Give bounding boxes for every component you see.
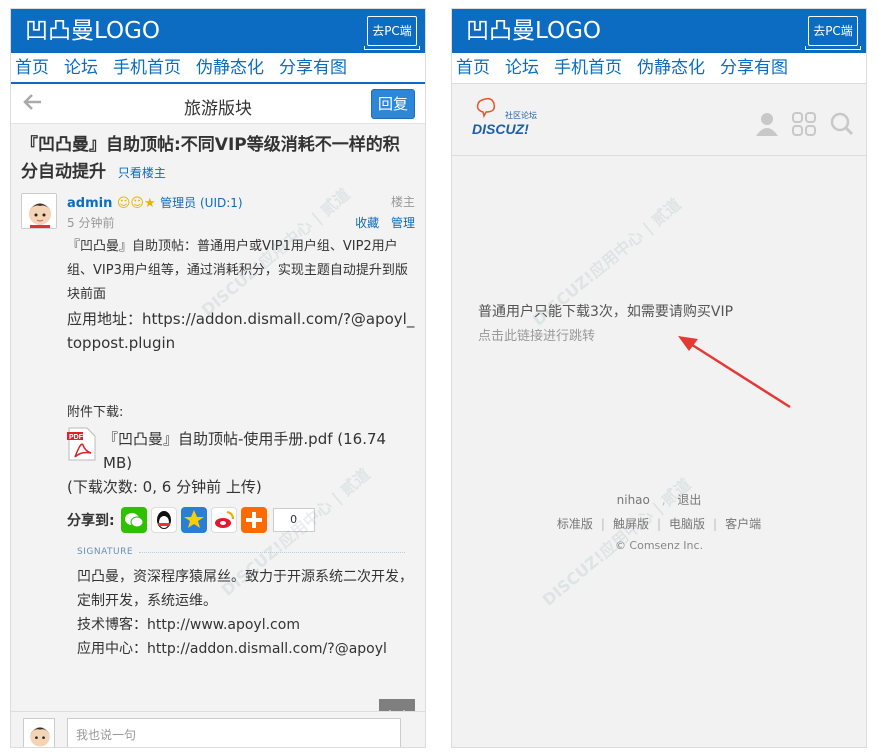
search-icon[interactable] (830, 112, 854, 140)
signature-line-2: 技术博客：http://www.apoyl.com (77, 617, 300, 633)
site-logo[interactable]: 凹凸曼LOGO (466, 17, 601, 45)
footer-user: nihao , 退出 (616, 493, 702, 507)
reply-input[interactable]: 我也说一句 (67, 718, 401, 747)
discuz-small-text: 社区论坛 (505, 110, 537, 120)
vip-message: 普通用户只能下载3次，如需要请购买VIP (478, 304, 734, 320)
attach-label: 附件下载: (67, 405, 124, 420)
reply-button[interactable]: 回复 (371, 89, 415, 119)
top-nav: 首页 论坛 手机首页 伪静态化 分享有图 (11, 53, 425, 84)
svg-text:PDF: PDF (69, 434, 84, 441)
nav-item-forum[interactable]: 论坛 (64, 53, 98, 82)
thread-title-text: 『凹凸曼』自助顶帖:不同VIP等级消耗不一样的积分自动提升 (21, 135, 400, 182)
share-label: 分享到: (67, 513, 115, 529)
board-title: 旅游版块 (184, 99, 252, 119)
header-bar: 凹凸曼LOGO 去PC端 (11, 9, 425, 53)
signature-line-1: 凹凸曼，资深程序猿屌丝。致力于开源系统二次开发，定制开发，系统运维。 (77, 569, 413, 609)
nav-item-forum[interactable]: 论坛 (505, 53, 539, 83)
nav-item-home[interactable]: 首页 (456, 53, 490, 83)
site-logo[interactable]: 凹凸曼LOGO (25, 17, 160, 45)
footer-username[interactable]: nihao (617, 493, 650, 507)
signature-line-3: 应用中心：http://addon.dismall.com/?@apoyl (77, 641, 387, 657)
signature-label-text: SIGNATURE (77, 547, 134, 557)
footer-link-standard[interactable]: 标准版 (557, 517, 593, 531)
discuz-big-text: DISCUZ! (472, 121, 529, 137)
user-icon[interactable] (756, 112, 778, 140)
qzone-icon[interactable] (180, 507, 207, 533)
reply-avatar (23, 718, 55, 747)
discuz-bar: 社区论坛 DISCUZ! (452, 84, 866, 156)
header-bar: 凹凸曼LOGO 去PC端 (452, 9, 866, 53)
share-bar: 分享到: 0 (67, 507, 415, 533)
favorite-link[interactable]: 收藏 (355, 216, 379, 230)
title-bar: 旅游版块 回复 (11, 84, 425, 124)
attachment: PDF 『凹凸曼』自助顶帖-使用手册.pdf (16.74 MB) (67, 427, 415, 475)
pdf-icon: PDF (67, 427, 97, 461)
wechat-icon[interactable] (120, 507, 147, 533)
nav-item-home[interactable]: 首页 (15, 53, 49, 82)
qq-icon[interactable] (150, 507, 177, 533)
floor-label: 楼主 (390, 195, 415, 209)
user-group[interactable]: 管理员 (UID:1) (160, 196, 242, 210)
weibo-icon[interactable] (210, 507, 237, 533)
author-line: admin ☺☺★ 管理员 (UID:1) (67, 193, 415, 213)
post: admin ☺☺★ 管理员 (UID:1) 楼主 5 分钟前 收藏 管理 『凹凸… (11, 191, 425, 661)
nav-item-mobile-home[interactable]: 手机首页 (113, 53, 181, 82)
thread-title: 『凹凸曼』自助顶帖:不同VIP等级消耗不一样的积分自动提升 只看楼主 (11, 124, 425, 191)
only-author-link[interactable]: 只看楼主 (118, 166, 166, 180)
footer-link-pc[interactable]: 电脑版 (669, 517, 705, 531)
attachment-meta: (下载次数: 0, 6 分钟前 上传) (67, 478, 262, 496)
footer-links: 标准版 | 触屏版 | 电脑版 | 客户端 (556, 517, 762, 531)
left-phone-screen: 凹凸曼LOGO 去PC端 首页 论坛 手机首页 伪静态化 分享有图 旅游版块 回… (10, 8, 426, 748)
post-content: 『凹凸曼』自助顶帖：普通用户或VIP1用户组、VIP2用户组、VIP3用户组等，… (67, 235, 415, 499)
discuz-icons (756, 112, 854, 140)
reply-bar: 我也说一句 (11, 711, 425, 747)
go-pc-button[interactable]: 去PC端 (805, 16, 861, 50)
share-count: 0 (272, 508, 315, 532)
redirect-link[interactable]: 点击此链接进行跳转 (478, 325, 595, 344)
right-phone-screen: 凹凸曼LOGO 去PC端 首页 论坛 手机首页 伪静态化 分享有图 社区论坛 D… (451, 8, 867, 748)
attachment-link[interactable]: 『凹凸曼』自助顶帖-使用手册.pdf (16.74 MB) (103, 427, 415, 475)
smile-icon: ☺☺★ (116, 196, 156, 211)
post-time: 5 分钟前 (67, 216, 115, 230)
copyright: © Comsenz Inc. (614, 539, 704, 552)
post-body: 『凹凸曼』自助顶帖：普通用户或VIP1用户组、VIP2用户组、VIP3用户组等，… (67, 239, 408, 302)
footer-link-client[interactable]: 客户端 (725, 517, 761, 531)
nav-item-mobile-home[interactable]: 手机首页 (554, 53, 622, 83)
grid-icon[interactable] (792, 112, 816, 140)
nav-item-rewrite[interactable]: 伪静态化 (196, 53, 264, 82)
time-line: 5 分钟前 收藏 管理 (67, 213, 415, 233)
nav-item-share-pics[interactable]: 分享有图 (720, 53, 788, 83)
nav-item-rewrite[interactable]: 伪静态化 (637, 53, 705, 83)
app-address: 应用地址：https://addon.dismall.com/?@apoyl_t… (67, 310, 415, 352)
top-nav: 首页 论坛 手机首页 伪静态化 分享有图 (452, 53, 866, 84)
signature-label: SIGNATURE (77, 547, 415, 557)
go-pc-button[interactable]: 去PC端 (364, 16, 420, 50)
avatar[interactable] (21, 193, 57, 229)
footer-link-touch[interactable]: 触屏版 (613, 517, 649, 531)
nav-item-share-pics[interactable]: 分享有图 (279, 53, 347, 82)
discuz-logo[interactable]: 社区论坛 DISCUZ! (472, 96, 552, 144)
signature: 凹凸曼，资深程序猿屌丝。致力于开源系统二次开发，定制开发，系统运维。 技术博客：… (77, 565, 415, 661)
author-name[interactable]: admin (67, 196, 112, 211)
post-ops: 收藏 管理 (347, 213, 415, 233)
manage-link[interactable]: 管理 (391, 216, 415, 230)
red-arrow-annotation (678, 336, 791, 409)
more-share-icon[interactable] (240, 507, 267, 533)
logout-link[interactable]: 退出 (677, 493, 701, 507)
